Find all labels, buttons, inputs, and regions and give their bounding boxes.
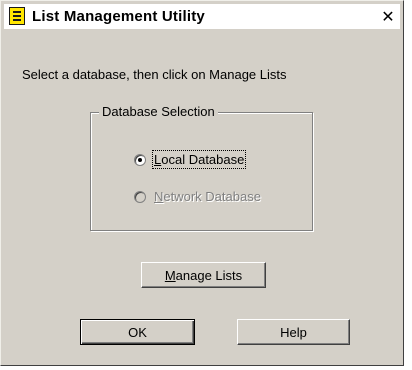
dialog-window: List Management Utility ✕ Select a datab… <box>0 0 404 366</box>
close-icon: ✕ <box>381 8 395 26</box>
network-database-radio <box>134 190 146 203</box>
ok-button[interactable]: OK <box>80 319 195 345</box>
local-database-label[interactable]: Local Database <box>151 150 247 169</box>
network-database-option: Network Database <box>134 189 261 204</box>
close-button[interactable]: ✕ <box>378 7 398 26</box>
manage-lists-label: Manage Lists <box>164 267 243 283</box>
local-database-radio[interactable] <box>134 153 146 166</box>
app-list-icon <box>9 7 25 25</box>
manage-lists-button[interactable]: Manage Lists <box>141 262 266 288</box>
network-database-label: Network Database <box>154 189 261 204</box>
window-title: List Management Utility <box>32 8 205 25</box>
local-database-option[interactable]: Local Database <box>134 150 247 169</box>
database-selection-group <box>90 112 313 231</box>
instruction-text: Select a database, then click on Manage … <box>22 67 287 82</box>
help-button[interactable]: Help <box>237 319 350 345</box>
title-bar[interactable]: List Management Utility ✕ <box>4 4 400 29</box>
group-label: Database Selection <box>99 104 218 119</box>
